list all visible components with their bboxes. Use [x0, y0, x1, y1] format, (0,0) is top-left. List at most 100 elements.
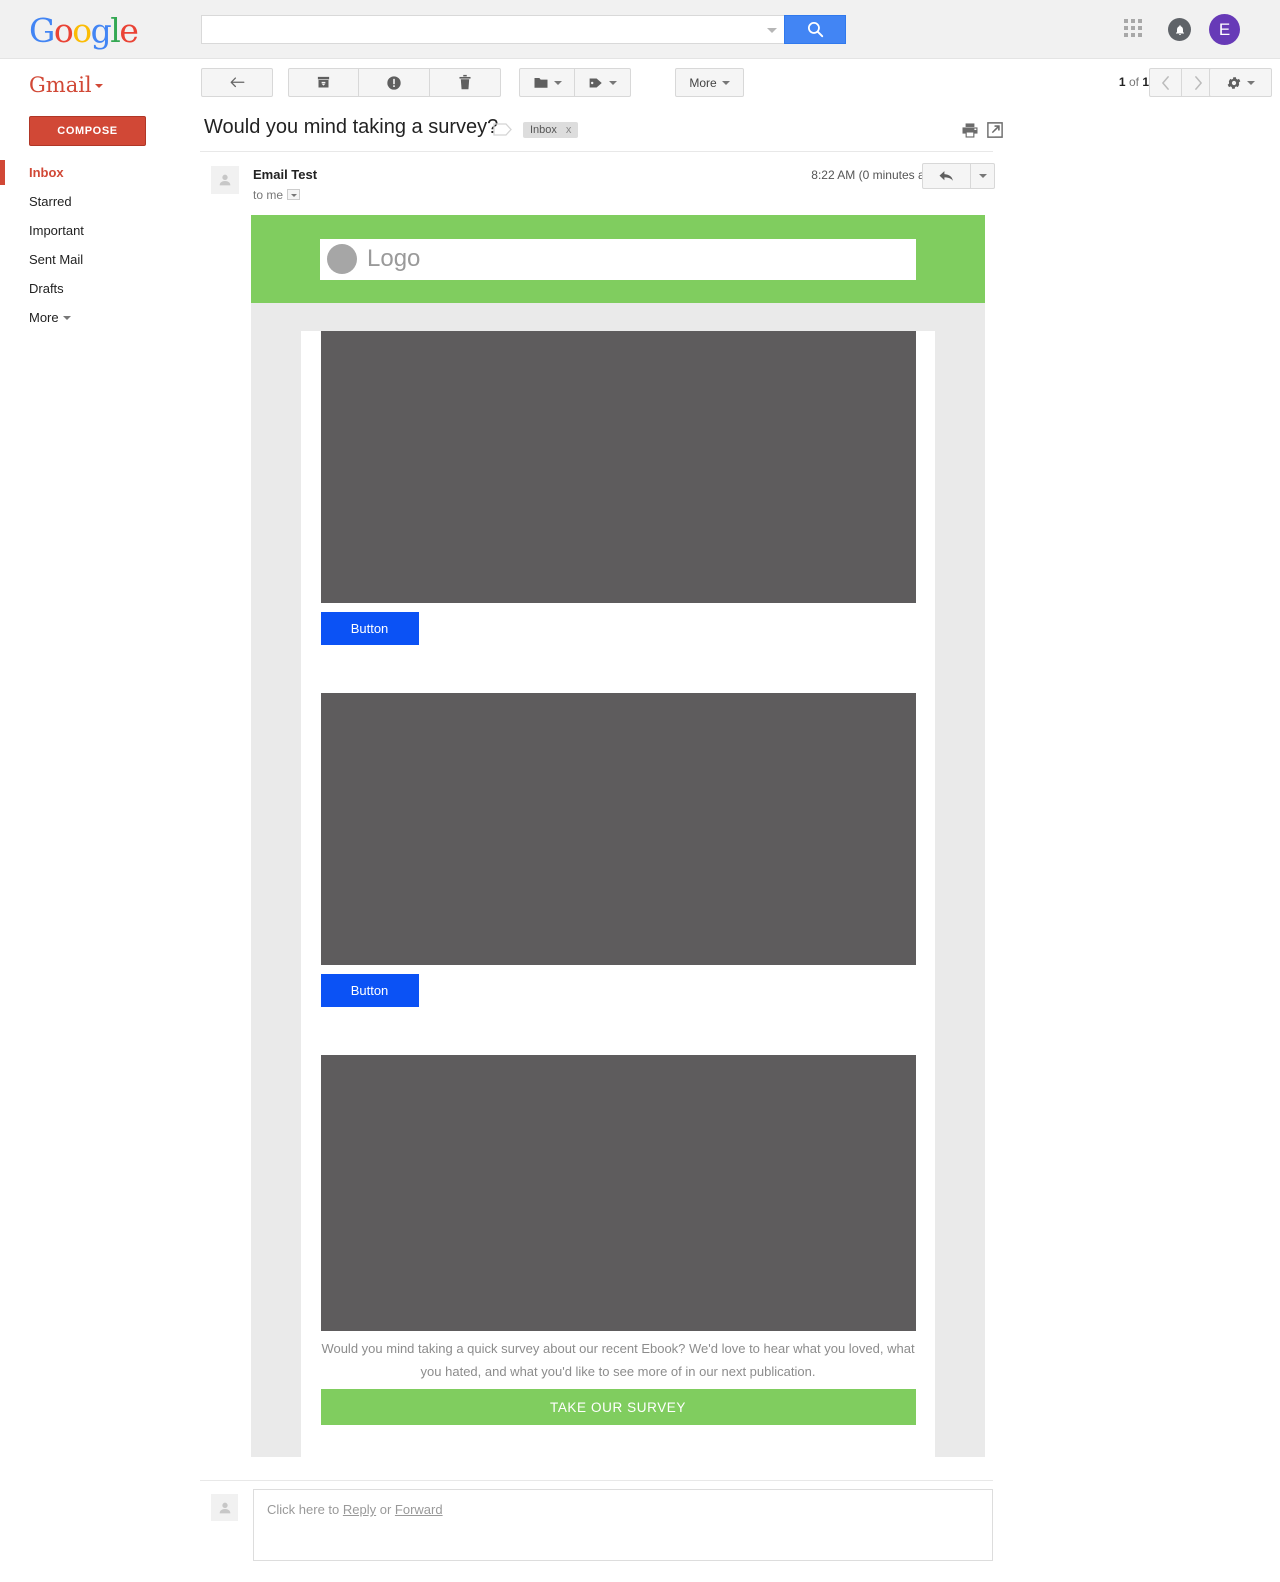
- search-options-caret-icon[interactable]: [767, 28, 777, 33]
- survey-description: Would you mind taking a quick survey abo…: [321, 1341, 915, 1379]
- message-more-options-button[interactable]: [971, 163, 995, 189]
- logo-letter-g2: g: [90, 11, 112, 50]
- reply-link[interactable]: Reply: [343, 1502, 376, 1517]
- label-chip-text: Inbox: [530, 124, 557, 136]
- reply-forward-box[interactable]: Click here to Reply or Forward: [253, 1489, 993, 1561]
- organize-actions-group: [519, 68, 631, 97]
- chevron-left-icon: [1162, 75, 1169, 90]
- chevron-down-icon: [978, 174, 987, 178]
- sidebar: Gmail COMPOSE Inbox Starred Important Se…: [0, 59, 180, 1582]
- pagination-arrows: [1149, 68, 1215, 97]
- move-to-button[interactable]: [519, 68, 575, 97]
- more-actions-button[interactable]: More: [675, 68, 744, 97]
- trash-icon: [459, 74, 471, 90]
- person-placeholder-icon: [219, 1502, 230, 1513]
- chevron-down-icon: [721, 80, 730, 85]
- sidebar-item-important[interactable]: Important: [0, 216, 180, 245]
- email-image-placeholder-3: [320, 1055, 916, 1331]
- gmail-brand-label: Gmail: [29, 73, 92, 97]
- sidebar-item-label: Drafts: [29, 281, 64, 296]
- sidebar-item-label: Sent Mail: [29, 252, 84, 267]
- back-to-inbox-button[interactable]: [201, 68, 273, 97]
- chevron-down-icon: [1247, 80, 1255, 85]
- labels-button[interactable]: [575, 68, 631, 97]
- logo-letter-o2: o: [72, 11, 92, 50]
- email-logo-box: Logo: [320, 238, 916, 280]
- flag-icon[interactable]: [493, 123, 513, 136]
- archive-button[interactable]: [288, 68, 359, 97]
- mail-header: Would you mind taking a survey? Inbox x: [200, 108, 1003, 152]
- search-button[interactable]: [784, 15, 846, 44]
- email-header-band: Logo: [251, 215, 985, 303]
- search-bar: [201, 15, 846, 44]
- search-icon: [807, 21, 823, 38]
- pagination-of: of: [1128, 75, 1139, 89]
- email-image-placeholder-1: [320, 331, 916, 603]
- search-field[interactable]: [201, 15, 784, 44]
- sidebar-item-inbox[interactable]: Inbox: [0, 158, 180, 187]
- open-in-new-window-icon[interactable]: [987, 122, 1003, 138]
- sidebar-item-label: More: [29, 310, 59, 325]
- logo-letter-g1: G: [29, 11, 55, 50]
- recipient-line: to me: [253, 188, 301, 202]
- account-avatar[interactable]: E: [1209, 14, 1240, 45]
- email-cta-button-2[interactable]: Button: [320, 974, 419, 1007]
- label-chip-inbox[interactable]: Inbox x: [523, 122, 579, 138]
- chevron-down-icon: [553, 80, 562, 85]
- reply-prefix-text: Click here to: [267, 1502, 343, 1517]
- notifications-bell-icon[interactable]: [1168, 18, 1191, 41]
- previous-page-button[interactable]: [1149, 68, 1182, 97]
- message-actions-group: [922, 163, 995, 189]
- reply-button[interactable]: [922, 163, 971, 189]
- gmail-brand-menu[interactable]: Gmail: [29, 73, 103, 97]
- more-actions-label: More: [689, 75, 717, 90]
- apps-grid-icon[interactable]: [1124, 19, 1144, 39]
- sender-avatar: [211, 166, 239, 194]
- sidebar-item-label: Important: [29, 223, 84, 238]
- recipient-label: to me: [253, 188, 284, 202]
- email-image-placeholder-2: [320, 693, 916, 965]
- delete-button[interactable]: [430, 68, 501, 97]
- bell-glyph-icon: [1175, 24, 1184, 35]
- reply-avatar: [211, 1494, 238, 1521]
- label-tag-icon: [589, 78, 602, 87]
- sidebar-item-more[interactable]: More: [0, 303, 180, 332]
- move-to-folder-icon: [534, 77, 547, 88]
- report-spam-button[interactable]: [359, 68, 430, 97]
- action-toolbar: More 1 of 1: [180, 59, 1280, 108]
- sidebar-item-drafts[interactable]: Drafts: [0, 274, 180, 303]
- email-cta-button-1[interactable]: Button: [320, 612, 419, 645]
- email-body: Logo Button Button Would you mind taking…: [251, 215, 985, 1457]
- remove-label-icon[interactable]: x: [566, 124, 572, 136]
- mail-actions-group: [288, 68, 501, 97]
- person-placeholder-icon: [219, 174, 231, 186]
- logo-letter-l: l: [110, 11, 121, 50]
- email-logo-text: Logo: [367, 245, 421, 272]
- chevron-right-icon: [1194, 75, 1202, 90]
- recipient-details-toggle[interactable]: [287, 189, 301, 200]
- sender-name: Email Test: [253, 167, 318, 182]
- reply-forward-placeholder: Click here to Reply or Forward: [267, 1502, 443, 1517]
- take-our-survey-button[interactable]: TAKE OUR SURVEY: [320, 1389, 916, 1425]
- compose-button[interactable]: COMPOSE: [29, 116, 146, 146]
- sidebar-item-label: Starred: [29, 194, 72, 209]
- settings-button[interactable]: [1209, 68, 1272, 97]
- email-logo-circle-icon: [327, 244, 357, 274]
- logo-letter-o1: o: [53, 11, 74, 50]
- top-bar: Google E: [0, 0, 1280, 59]
- reply-middle-text: or: [376, 1502, 395, 1517]
- google-logo[interactable]: Google: [29, 11, 139, 50]
- pagination-total: 1: [1142, 75, 1149, 89]
- chevron-down-icon: [609, 80, 617, 85]
- sidebar-item-sent-mail[interactable]: Sent Mail: [0, 245, 180, 274]
- sidebar-item-starred[interactable]: Starred: [0, 187, 180, 216]
- chevron-down-icon: [62, 316, 71, 320]
- search-input[interactable]: [202, 16, 757, 43]
- gear-icon: [1227, 76, 1241, 89]
- report-spam-icon: [387, 75, 401, 90]
- forward-link[interactable]: Forward: [395, 1502, 443, 1517]
- archive-icon: [317, 76, 330, 88]
- print-icon[interactable]: [962, 123, 978, 138]
- reply-divider: [200, 1480, 993, 1481]
- chevron-down-icon: [94, 84, 103, 88]
